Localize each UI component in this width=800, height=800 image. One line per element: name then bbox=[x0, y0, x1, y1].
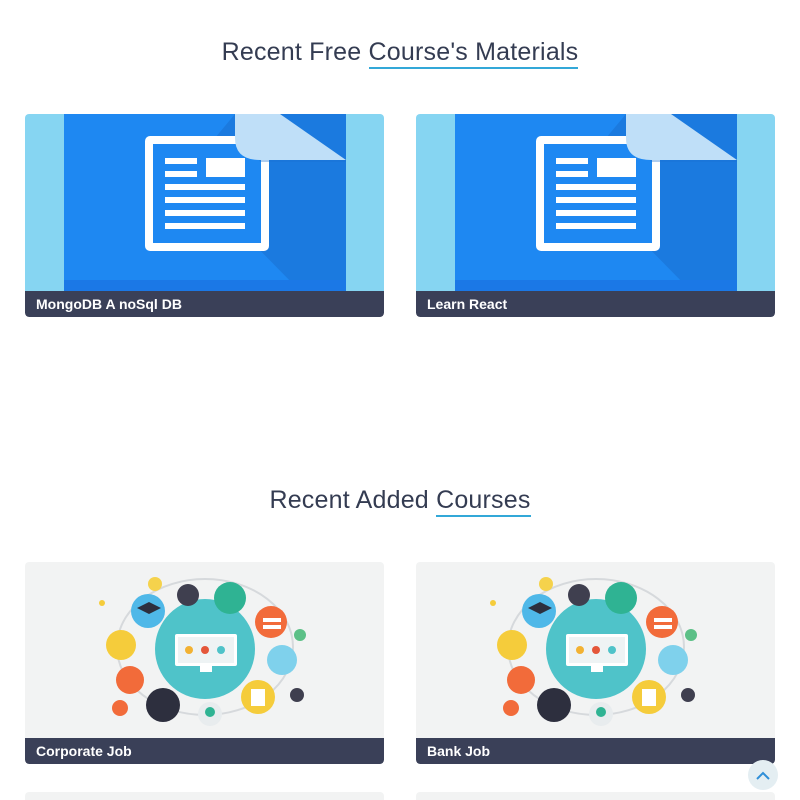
page: Recent Free Course's Materials MongoDB A… bbox=[0, 0, 800, 800]
course-card-partial[interactable] bbox=[416, 792, 775, 800]
course-thumbnail bbox=[25, 562, 384, 739]
material-card-caption: MongoDB A noSql DB bbox=[25, 291, 384, 317]
scroll-to-top-button[interactable] bbox=[748, 760, 778, 790]
document-icon bbox=[64, 114, 346, 291]
courses-title-underlined: Courses bbox=[436, 486, 531, 517]
course-card-partial[interactable] bbox=[25, 792, 384, 800]
education-network-illustration bbox=[490, 577, 697, 726]
materials-title-underlined: Course's Materials bbox=[368, 38, 579, 69]
courses-section-title: Recent Added Courses bbox=[0, 486, 800, 517]
document-thumbnail bbox=[416, 114, 775, 291]
course-card-corporate-job[interactable]: Corporate Job bbox=[25, 562, 384, 764]
chevron-up-icon bbox=[756, 771, 770, 780]
document-thumbnail bbox=[25, 114, 384, 291]
material-card-react[interactable]: Learn React bbox=[416, 114, 775, 317]
materials-title-prefix: Recent Free bbox=[221, 38, 369, 66]
course-card-bank-job[interactable]: Bank Job bbox=[416, 562, 775, 764]
course-thumbnail bbox=[416, 562, 775, 739]
document-icon bbox=[455, 114, 737, 291]
courses-title-prefix: Recent Added bbox=[269, 486, 437, 514]
material-card-caption: Learn React bbox=[416, 291, 775, 317]
materials-section-title: Recent Free Course's Materials bbox=[0, 38, 800, 69]
education-network-illustration bbox=[99, 577, 306, 726]
course-card-caption: Bank Job bbox=[416, 738, 775, 764]
material-card-mongodb[interactable]: MongoDB A noSql DB bbox=[25, 114, 384, 317]
course-card-caption: Corporate Job bbox=[25, 738, 384, 764]
